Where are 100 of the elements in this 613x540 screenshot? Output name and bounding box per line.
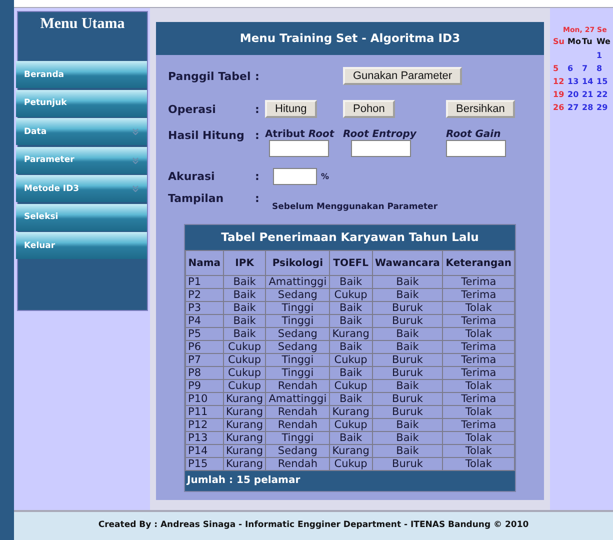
table-cell: P12	[186, 418, 224, 432]
table-cell: Sedang	[266, 340, 330, 354]
percent-unit: %	[321, 172, 330, 180]
table-cell: Kurang	[330, 444, 372, 458]
table-cell: Amattinggi	[266, 392, 330, 406]
table-cell: Baik	[372, 340, 443, 354]
calendar-day[interactable]: 6	[568, 64, 582, 74]
table-cell: Baik	[223, 314, 266, 328]
calendar-day[interactable]: 22	[596, 90, 610, 100]
table-cell: Terima	[442, 340, 514, 354]
table-cell: P2	[186, 288, 224, 302]
table-cell: Cukup	[223, 380, 266, 392]
result-field[interactable]	[351, 140, 411, 157]
weekday-label: Tu	[582, 37, 594, 47]
table-cell: Kurang	[223, 418, 266, 432]
menu-item[interactable]: Beranda	[16, 61, 147, 88]
weekday-label: Su	[553, 37, 566, 47]
table-cell: Terima	[442, 366, 514, 380]
table-cell: Tolak	[442, 458, 514, 470]
table-cell: P15	[186, 458, 224, 470]
calendar-day[interactable]: 20	[568, 90, 582, 100]
table-cell: Baik	[223, 276, 266, 288]
panel-header: Menu Training Set - Algoritma ID3	[156, 22, 544, 55]
table-cell: P1	[186, 276, 224, 288]
table-cell: Terima	[442, 314, 514, 328]
table-cell: Baik	[223, 288, 266, 302]
calendar-day[interactable]: 28	[582, 103, 596, 113]
table-cell: Baik	[372, 328, 443, 340]
table-cell: Sedang	[266, 328, 330, 340]
table-cell: Buruk	[372, 354, 443, 366]
table-cell: Cukup	[223, 340, 266, 354]
calendar-day[interactable]: 21	[582, 90, 596, 100]
menu-item[interactable]: Seleksi	[16, 204, 147, 230]
colon: :	[255, 102, 260, 116]
menu-item[interactable]: Metode ID3	[16, 175, 147, 202]
weekday-label: Mo	[568, 37, 582, 47]
colon: :	[255, 129, 260, 142]
menu-item[interactable]: Keluar	[16, 232, 147, 259]
page-footer: Created By : Andreas Sinaga - Informatic Engginer Department - ITENAS Bandung © 2010	[14, 510, 613, 540]
operation-button[interactable]: Bersihkan	[446, 100, 515, 118]
table-cell: Tinggi	[266, 354, 330, 366]
calendar-day[interactable]: 14	[582, 77, 596, 87]
table-cell: Kurang	[330, 406, 372, 418]
menu-item[interactable]: Data	[16, 118, 147, 145]
table-cell: Tinggi	[266, 302, 330, 314]
operation-button[interactable]: Pohon	[343, 100, 395, 118]
result-field[interactable]	[269, 140, 329, 157]
calendar-day[interactable]: 19	[553, 90, 568, 100]
calendar-day[interactable]: 15	[596, 77, 610, 87]
calendar-day[interactable]: 8	[596, 64, 610, 74]
table-cell: Baik	[372, 380, 443, 392]
calendar-day[interactable]: 26	[553, 103, 568, 113]
form-label: Tampilan	[168, 192, 225, 205]
table-cell: P10	[186, 392, 224, 406]
table-cell: Cukup	[330, 380, 372, 392]
menu-item[interactable]: Parameter	[16, 146, 147, 174]
table-cell: Terima	[442, 392, 514, 406]
table-cell: Buruk	[372, 406, 443, 418]
table-cell: Buruk	[372, 302, 443, 314]
calendar-day[interactable]: 7	[582, 64, 596, 74]
chevron-icon	[132, 128, 139, 135]
calendar-day[interactable]: 12	[553, 77, 568, 87]
table-cell: Baik	[330, 302, 372, 314]
table-cell: Kurang	[330, 328, 372, 340]
table-cell: P13	[186, 432, 224, 444]
table-cell: Tolak	[442, 302, 514, 314]
operation-button[interactable]: Hitung	[265, 100, 317, 118]
calendar-day[interactable]: 1	[596, 51, 610, 61]
table-title: Tabel Penerimaan Karyawan Tahun Lalu	[220, 229, 480, 246]
accuracy-field[interactable]	[273, 168, 317, 184]
column-header: Keterangan	[442, 250, 514, 276]
table-cell: Sedang	[266, 444, 330, 458]
table-cell: Tinggi	[266, 366, 330, 380]
use-parameter-button[interactable]: Gunakan Parameter	[343, 67, 462, 85]
table-cell: Kurang	[223, 458, 266, 470]
table-cell: Cukup	[330, 418, 372, 432]
result-field[interactable]	[446, 140, 506, 157]
table-cell: Baik	[372, 276, 443, 288]
table-cell: Baik	[372, 288, 443, 302]
form-label: Akurasi	[168, 170, 216, 182]
table-cell: Baik	[223, 302, 266, 314]
table-cell: Kurang	[223, 406, 266, 418]
menu-item[interactable]: Petunjuk	[16, 90, 147, 116]
calendar-day[interactable]: 5	[553, 64, 568, 74]
table-cell: Tolak	[442, 432, 514, 444]
calendar-day[interactable]: 29	[596, 103, 610, 113]
table-cell: Tolak	[442, 380, 514, 392]
field-label: Root Entropy	[343, 129, 416, 140]
calendar-day[interactable]: 13	[568, 77, 582, 87]
calendar-day[interactable]: 27	[568, 103, 582, 113]
table-cell: Tolak	[442, 406, 514, 418]
table-cell: Cukup	[223, 366, 266, 380]
table-cell: Cukup	[330, 458, 372, 470]
table-cell: Cukup	[330, 288, 372, 302]
table-cell: Rendah	[266, 418, 330, 432]
display-caption: Sebelum Menggunakan Parameter	[271, 202, 439, 212]
chevron-icon	[132, 185, 139, 192]
table-cell: Tolak	[442, 328, 514, 340]
table-cell: P14	[186, 444, 224, 458]
table-cell: Rendah	[266, 458, 330, 470]
